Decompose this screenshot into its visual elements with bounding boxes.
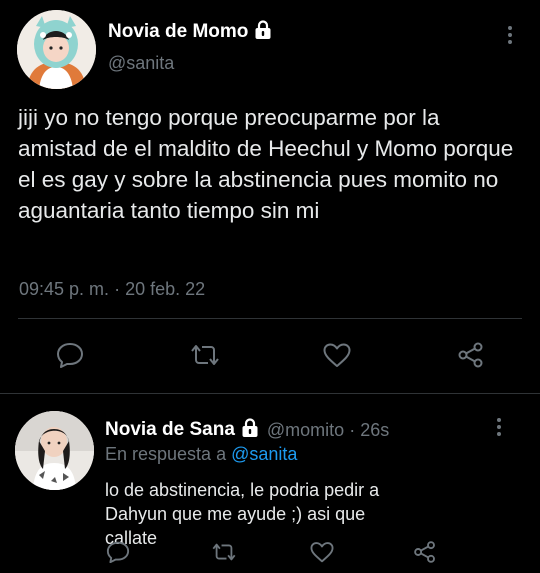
more-options-icon[interactable] — [506, 26, 514, 44]
share-icon[interactable] — [411, 539, 439, 565]
tweet-time: 09:45 p. m. — [19, 279, 110, 299]
divider — [18, 318, 522, 319]
like-icon[interactable] — [308, 539, 336, 565]
reply-display-name[interactable]: Novia de Sana — [105, 419, 235, 441]
lock-icon — [241, 417, 259, 443]
avatar-image — [17, 10, 96, 89]
reply-handle[interactable]: @momito — [267, 420, 344, 441]
reply-avatar[interactable] — [15, 411, 94, 490]
like-icon[interactable] — [321, 340, 353, 370]
lock-icon — [254, 19, 272, 45]
separator-dot: · — [114, 279, 121, 299]
share-icon[interactable] — [455, 340, 487, 370]
section-divider — [0, 393, 540, 394]
reply-text: lo de abstinencia, le podria pedir a Dah… — [105, 480, 380, 548]
reply-icon[interactable] — [104, 539, 132, 565]
reply-icon[interactable] — [54, 340, 86, 370]
reply-to-prefix: En respuesta a — [105, 444, 227, 464]
reply-age[interactable]: 26s — [360, 420, 389, 441]
reply-avatar-image — [15, 411, 94, 490]
tweet-text: jiji yo no tengo porque preocuparme por … — [18, 105, 514, 223]
handle[interactable]: @sanita — [108, 53, 174, 74]
display-name[interactable]: Novia de Momo — [108, 21, 248, 43]
avatar[interactable] — [17, 10, 96, 89]
retweet-icon[interactable] — [187, 340, 223, 370]
reply-more-options-icon[interactable] — [495, 418, 503, 436]
separator-dot: · — [349, 419, 356, 440]
retweet-icon[interactable] — [209, 539, 239, 565]
tweet-date: 20 feb. 22 — [125, 279, 206, 299]
tweet-timestamp[interactable]: 09:45 p. m. · 20 feb. 22 — [19, 279, 205, 300]
reply-to-link[interactable]: @sanita — [231, 444, 297, 464]
